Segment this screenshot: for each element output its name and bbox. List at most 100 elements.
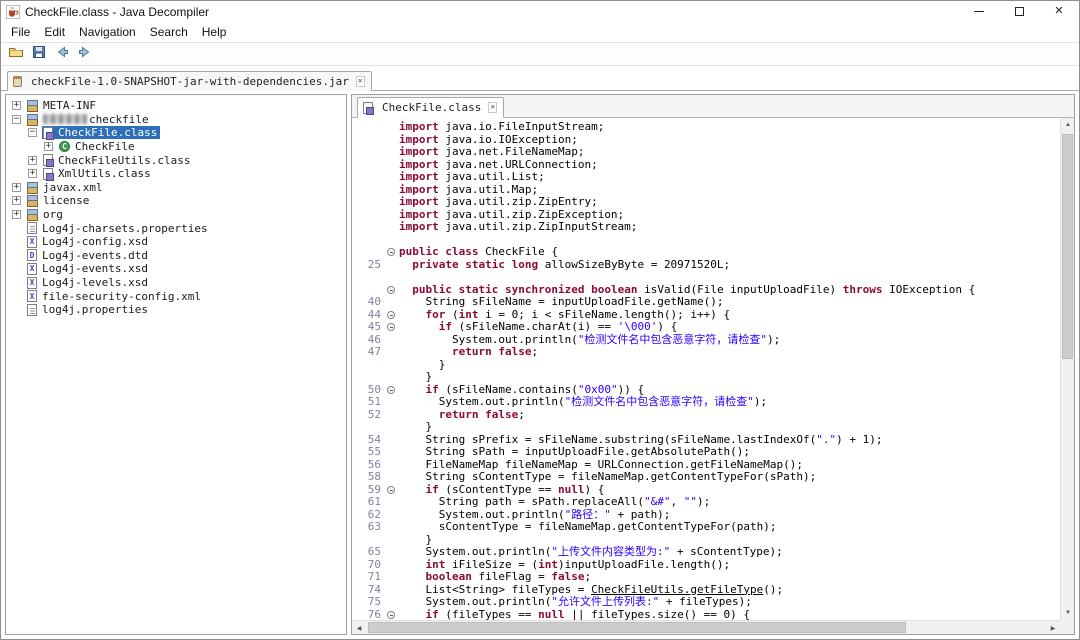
tree-item-file-security-config-xml[interactable]: file-security-config.xml (6, 289, 346, 303)
fold-collapse-icon[interactable] (387, 385, 395, 394)
tree-item-label: log4j.properties (42, 303, 148, 317)
tree-item-log4j-config-xsd[interactable]: Log4j-config.xsd (6, 235, 346, 249)
expand-icon[interactable]: + (44, 142, 53, 152)
fold-collapse-icon[interactable] (387, 485, 395, 494)
collapse-icon[interactable]: − (12, 114, 21, 124)
vertical-scrollbar[interactable]: ▲ ▼ (1060, 118, 1074, 620)
tree-item-log4j-levels-xsd[interactable]: Log4j-levels.xsd (6, 276, 346, 290)
tree-item-label: license (43, 194, 90, 208)
class-file-icon (363, 101, 374, 115)
minimize-icon (974, 11, 984, 12)
fold-collapse-icon[interactable] (387, 310, 395, 319)
fold-column (385, 334, 399, 347)
expand-icon[interactable]: + (12, 196, 21, 206)
menu-bar: File Edit Navigation Search Help (1, 22, 1079, 42)
line-number: 76 (367, 607, 381, 620)
fold-column (385, 384, 399, 397)
fold-column (385, 534, 399, 547)
fold-column (385, 396, 399, 409)
tree-item-log4j-events-xsd[interactable]: Log4j-events.xsd (6, 262, 346, 276)
jar-tab-bar: checkFile-1.0-SNAPSHOT-jar-with-dependen… (1, 66, 1079, 91)
tree-item-meta-inf[interactable]: + META-INF (6, 99, 346, 113)
line-number: 40 (367, 295, 381, 308)
menu-search[interactable]: Search (143, 23, 195, 41)
scroll-down-icon[interactable]: ▼ (1061, 606, 1075, 620)
fold-collapse-icon[interactable] (387, 285, 395, 294)
menu-navigation[interactable]: Navigation (72, 23, 143, 41)
class-file-icon (43, 126, 54, 140)
fold-column (385, 171, 399, 184)
tree-item-checkfileutils-class[interactable]: + CheckFileUtils.class (6, 153, 346, 168)
tree-item-checkfile-class[interactable]: − CheckFile.class (6, 126, 346, 140)
scroll-up-icon[interactable]: ▲ (1061, 118, 1075, 132)
vertical-scroll-thumb[interactable] (1062, 134, 1073, 359)
expand-icon[interactable]: + (12, 101, 21, 111)
window-controls: ✕ (959, 1, 1079, 22)
tab-checkfile-class[interactable]: CheckFile.class ✕ (357, 97, 505, 118)
close-button[interactable]: ✕ (1039, 1, 1079, 22)
xml-file-icon (27, 276, 37, 289)
line-number (352, 159, 385, 172)
tree-item-license[interactable]: + license (6, 194, 346, 208)
jar-icon (13, 76, 22, 87)
tree-item-label: Log4j-config.xsd (42, 235, 148, 249)
tree-item-log4j-charsets-properties[interactable]: Log4j-charsets.properties (6, 221, 346, 235)
navigate-back-button[interactable] (52, 44, 72, 64)
line-number: 63 (367, 520, 381, 533)
line-number (352, 421, 385, 434)
fold-column (385, 484, 399, 497)
main-content: + META-INF − checkfile − CheckFile.class + Chec… (1, 91, 1079, 639)
file-tree[interactable]: + META-INF − checkfile − CheckFile.class + Chec… (5, 94, 347, 635)
tree-item-javax-xml[interactable]: + javax.xml (6, 181, 346, 195)
expand-icon[interactable]: + (28, 155, 37, 165)
scrollbar-corner (1060, 620, 1074, 634)
code-lines[interactable]: import java.io.FileInputStream; import ja… (352, 118, 1060, 620)
line-number: 25 (367, 257, 381, 271)
fold-column (385, 184, 399, 197)
fold-column (385, 271, 399, 284)
open-file-button[interactable] (6, 44, 26, 64)
tree-item-log4j-events-dtd[interactable]: Log4j-events.dtd (6, 249, 346, 263)
tree-item-org[interactable]: + org (6, 208, 346, 222)
package-icon (27, 209, 38, 222)
code-line: 76 if (fileTypes == null || fileTypes.si… (352, 607, 1060, 620)
navigate-forward-button[interactable] (75, 44, 95, 64)
editor-tab-bar: CheckFile.class ✕ (352, 95, 1074, 118)
fold-collapse-icon[interactable] (387, 610, 395, 619)
line-number (352, 171, 385, 184)
minimize-button[interactable] (959, 1, 999, 22)
menu-edit[interactable]: Edit (37, 23, 72, 41)
properties-file-icon (27, 303, 37, 316)
maximize-button[interactable] (999, 1, 1039, 22)
save-all-sources-button[interactable] (29, 44, 49, 64)
close-icon[interactable]: ✕ (488, 102, 498, 113)
tree-item-label: org (43, 208, 63, 222)
tree-item-checkfile[interactable]: + CheckFile (6, 140, 346, 154)
scroll-left-icon[interactable]: ◀ (352, 621, 366, 635)
horizontal-scroll-thumb[interactable] (368, 622, 907, 633)
app-window: CheckFile.class - Java Decompiler ✕ File… (0, 0, 1080, 640)
line-number (352, 371, 385, 384)
fold-column (385, 421, 399, 434)
menu-help[interactable]: Help (195, 23, 234, 41)
tab-jar-file[interactable]: checkFile-1.0-SNAPSHOT-jar-with-dependen… (7, 71, 372, 91)
expand-icon[interactable]: + (28, 169, 37, 179)
menu-file[interactable]: File (4, 23, 37, 41)
tree-item-checkfile[interactable]: − checkfile (6, 113, 346, 127)
scroll-right-icon[interactable]: ▶ (1046, 621, 1060, 635)
code-reference-link[interactable]: CheckFileUtils.getFileType (591, 583, 763, 596)
fold-collapse-icon[interactable] (387, 323, 395, 331)
dtd-file-icon (27, 249, 37, 262)
fold-collapse-icon[interactable] (387, 248, 395, 256)
horizontal-scrollbar[interactable]: ◀ ▶ (352, 620, 1060, 634)
tree-item-log4j-properties[interactable]: log4j.properties (6, 303, 346, 317)
close-icon[interactable]: ✕ (355, 76, 365, 87)
tree-item-xmlutils-class[interactable]: + XmlUtils.class (6, 167, 346, 181)
expand-icon[interactable]: + (12, 182, 21, 192)
fold-column (385, 146, 399, 159)
collapse-icon[interactable]: − (28, 128, 37, 138)
line-number (352, 184, 385, 197)
expand-icon[interactable]: + (12, 210, 21, 220)
